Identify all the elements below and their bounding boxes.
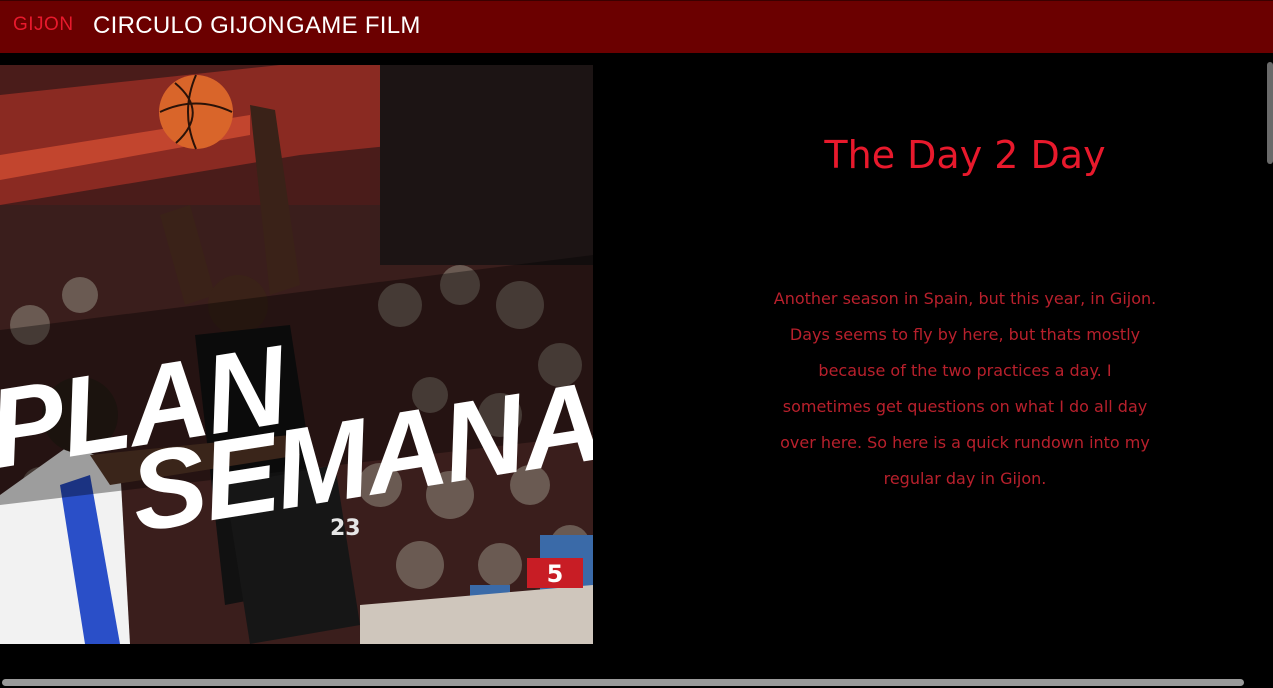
nav-link-game-film[interactable]: GAME FILM	[286, 12, 421, 40]
horizontal-scrollbar-thumb[interactable]	[2, 679, 1244, 686]
vertical-scrollbar-thumb[interactable]	[1267, 62, 1273, 164]
basketball	[159, 75, 233, 149]
sign-number: 5	[547, 560, 564, 588]
hero-image: 5 23 PLAN SEMANAL	[0, 65, 593, 644]
article-body: Another season in Spain, but this year, …	[773, 289, 1157, 488]
top-navbar: GIJON CIRCULO GIJON GAME FILM	[0, 0, 1273, 53]
article-title: The Day 2 Day	[824, 133, 1106, 177]
nav-link-circulo-gijon[interactable]: CIRCULO GIJON	[93, 12, 285, 40]
brand-link[interactable]: GIJON	[13, 14, 74, 36]
basketball-photo: 5 23 PLAN SEMANAL	[0, 65, 593, 644]
